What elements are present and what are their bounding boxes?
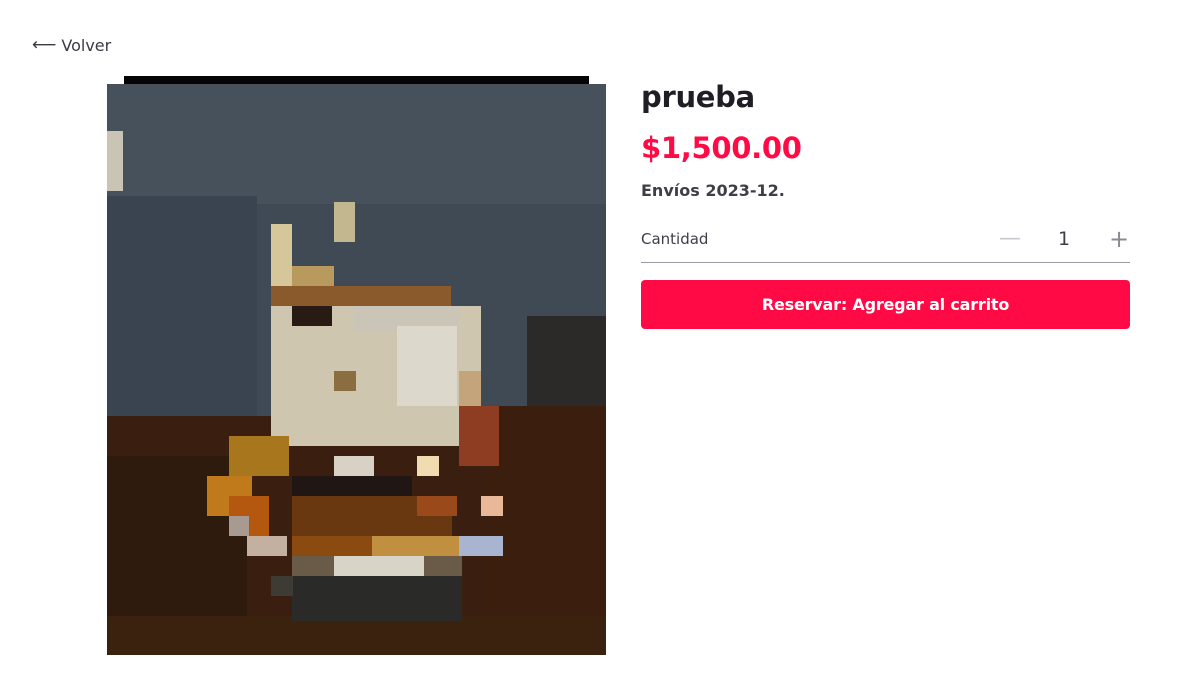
product-price: $1,500.00 — [641, 131, 802, 165]
shipping-info: Envíos 2023-12. — [641, 181, 785, 200]
increase-quantity-button[interactable]: + — [1107, 224, 1131, 254]
add-to-cart-button[interactable]: Reservar: Agregar al carrito — [641, 280, 1130, 329]
back-link[interactable]: ⟵ Volver — [32, 36, 111, 55]
back-label: Volver — [61, 36, 112, 55]
decrease-quantity-button[interactable]: — — [999, 224, 1021, 254]
product-image — [107, 76, 606, 655]
quantity-value[interactable]: 1 — [1051, 224, 1077, 254]
arrow-left-icon: ⟵ — [32, 35, 57, 55]
product-title: prueba — [641, 80, 755, 114]
quantity-label: Cantidad — [641, 230, 709, 248]
quantity-selector: Cantidad — 1 + — [641, 224, 1131, 263]
product-info: prueba $1,500.00 Envíos 2023-12. Cantida… — [641, 80, 1130, 329]
